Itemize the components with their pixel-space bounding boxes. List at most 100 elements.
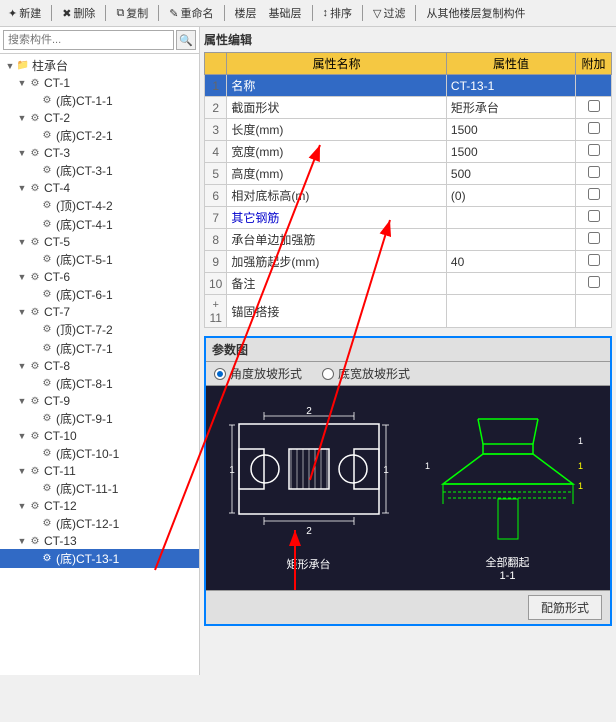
tree-node-ct2[interactable]: ▼ ⚙ CT-2 — [0, 110, 199, 126]
tree-node-ct3[interactable]: ▼ ⚙ CT-3 — [0, 145, 199, 161]
checkbox-3[interactable] — [588, 122, 600, 134]
ct12-expand-icon[interactable]: ▼ — [16, 500, 28, 512]
sort-button[interactable]: ↕ 排序 — [319, 4, 357, 22]
tree-node-ct1[interactable]: ▼ ⚙ CT-1 — [0, 75, 199, 91]
radio-angle-label: 角度放坡形式 — [230, 365, 302, 382]
ct10-expand-icon[interactable]: ▼ — [16, 430, 28, 442]
tree-node-ct9[interactable]: ▼ ⚙ CT-9 — [0, 393, 199, 409]
copy-button[interactable]: ⧉ 复制 — [112, 4, 152, 22]
prop-checkbox-7[interactable] — [576, 207, 612, 229]
ct2-expand-icon[interactable]: ▼ — [16, 112, 28, 124]
tree-node-ct9-1[interactable]: ⚙ (底)CT-9-1 — [0, 409, 199, 428]
search-input[interactable] — [3, 30, 174, 50]
checkbox-7[interactable] — [588, 210, 600, 222]
root-expand-icon[interactable]: ▼ — [4, 60, 16, 72]
right-diagram-label2: 1-1 — [500, 570, 516, 582]
checkbox-5[interactable] — [588, 166, 600, 178]
ct13-expand-icon[interactable]: ▼ — [16, 535, 28, 547]
tree-node-ct8[interactable]: ▼ ⚙ CT-8 — [0, 358, 199, 374]
properties-table: 属性名称 属性值 附加 1名称CT-13-12截面形状矩形承台3长度(mm)15… — [204, 52, 612, 328]
prop-checkbox-8[interactable] — [576, 229, 612, 251]
checkbox-4[interactable] — [588, 144, 600, 156]
ct4-1-label: (底)CT-4-1 — [54, 216, 113, 233]
tree-node-ct7-2[interactable]: ⚙ (顶)CT-7-2 — [0, 320, 199, 339]
layer-dropdown[interactable]: 楼层 — [231, 4, 261, 22]
root-label: 柱承台 — [30, 57, 68, 74]
ct9-expand-icon[interactable]: ▼ — [16, 395, 28, 407]
ct9-gear-icon: ⚙ — [28, 394, 42, 408]
prop-checkbox-6[interactable] — [576, 185, 612, 207]
radio-angle[interactable]: 角度放坡形式 — [214, 365, 302, 382]
search-button[interactable]: 🔍 — [176, 30, 196, 50]
prop-name-7: 其它钢筋 — [227, 207, 447, 229]
tree-node-ct6[interactable]: ▼ ⚙ CT-6 — [0, 269, 199, 285]
prop-checkbox-10[interactable] — [576, 273, 612, 295]
ct9-label: CT-9 — [42, 394, 70, 408]
prop-checkbox-4[interactable] — [576, 141, 612, 163]
tree-node-ct7[interactable]: ▼ ⚙ CT-7 — [0, 304, 199, 320]
prop-checkbox-9[interactable] — [576, 251, 612, 273]
ct13-1-label: (底)CT-13-1 — [54, 550, 119, 567]
prop-value-1[interactable]: CT-13-1 — [446, 75, 575, 97]
tree-node-ct1-1[interactable]: ⚙ (底)CT-1-1 — [0, 91, 199, 110]
tree-node-ct13-1[interactable]: ⚙ (底)CT-13-1 — [0, 549, 199, 568]
prop-checkbox-5[interactable] — [576, 163, 612, 185]
tree-node-ct6-1[interactable]: ⚙ (底)CT-6-1 — [0, 285, 199, 304]
ct4-1-gear-icon: ⚙ — [40, 218, 54, 232]
base-layer-button[interactable]: 基础层 — [265, 4, 306, 22]
ct4-expand-icon[interactable]: ▼ — [16, 182, 28, 194]
tree-node-ct10-1[interactable]: ⚙ (底)CT-10-1 — [0, 444, 199, 463]
separator — [362, 5, 363, 21]
tree-node-ct5-1[interactable]: ⚙ (底)CT-5-1 — [0, 250, 199, 269]
tree-node-ct12[interactable]: ▼ ⚙ CT-12 — [0, 498, 199, 514]
config-button[interactable]: 配筋形式 — [528, 595, 602, 620]
checkbox-9[interactable] — [588, 254, 600, 266]
radio-bottom-label: 底宽放坡形式 — [338, 365, 410, 382]
ct4-2-gear-icon: ⚙ — [40, 199, 54, 213]
rename-button[interactable]: ✎ 重命名 — [165, 4, 217, 22]
tree-node-ct5[interactable]: ▼ ⚙ CT-5 — [0, 234, 199, 250]
checkbox-6[interactable] — [588, 188, 600, 200]
prop-checkbox-2[interactable] — [576, 97, 612, 119]
tree-node-ct8-1[interactable]: ⚙ (底)CT-8-1 — [0, 374, 199, 393]
tree-area: ▼ 📁 柱承台 ▼ ⚙ CT-1 ⚙ (底)CT-1-1 ▼ ⚙ — [0, 54, 199, 675]
tree-node-ct11-1[interactable]: ⚙ (底)CT-11-1 — [0, 479, 199, 498]
sort-icon: ↕ — [323, 7, 329, 19]
separator — [51, 5, 52, 21]
ct9-1-label: (底)CT-9-1 — [54, 410, 113, 427]
prop-checkbox-3[interactable] — [576, 119, 612, 141]
tree-node-ct13[interactable]: ▼ ⚙ CT-13 — [0, 533, 199, 549]
checkbox-8[interactable] — [588, 232, 600, 244]
tree-node-ct2-1[interactable]: ⚙ (底)CT-2-1 — [0, 126, 199, 145]
tree-node-ct4-1[interactable]: ⚙ (底)CT-4-1 — [0, 215, 199, 234]
filter-button[interactable]: ▽ 过滤 — [369, 4, 409, 22]
ct8-expand-icon[interactable]: ▼ — [16, 360, 28, 372]
tree-root[interactable]: ▼ 📁 柱承台 — [0, 56, 199, 75]
ct3-expand-icon[interactable]: ▼ — [16, 147, 28, 159]
tree-node-ct11[interactable]: ▼ ⚙ CT-11 — [0, 463, 199, 479]
prop-row-num-8: 8 — [205, 229, 227, 251]
ct11-expand-icon[interactable]: ▼ — [16, 465, 28, 477]
prop-row-num-9: 9 — [205, 251, 227, 273]
ct5-expand-icon[interactable]: ▼ — [16, 236, 28, 248]
ct6-expand-icon[interactable]: ▼ — [16, 271, 28, 283]
tree-node-ct3-1[interactable]: ⚙ (底)CT-3-1 — [0, 161, 199, 180]
radio-bottom[interactable]: 底宽放坡形式 — [322, 365, 410, 382]
delete-button[interactable]: ✖ 删除 — [58, 4, 99, 22]
tree-node-ct4-2[interactable]: ⚙ (顶)CT-4-2 — [0, 196, 199, 215]
ct7-expand-icon[interactable]: ▼ — [16, 306, 28, 318]
tree-node-ct10[interactable]: ▼ ⚙ CT-10 — [0, 428, 199, 444]
tree-node-ct12-1[interactable]: ⚙ (底)CT-12-1 — [0, 514, 199, 533]
ct1-expand-icon[interactable]: ▼ — [16, 77, 28, 89]
prop-name-9: 加强筋起步(mm) — [227, 251, 447, 273]
import-button[interactable]: 从其他楼层复制构件 — [422, 4, 529, 22]
tree-node-ct4[interactable]: ▼ ⚙ CT-4 — [0, 180, 199, 196]
prop-checkbox-1[interactable] — [576, 75, 612, 97]
prop-checkbox-11[interactable] — [576, 295, 612, 328]
tree-node-ct7-1[interactable]: ⚙ (底)CT-7-1 — [0, 339, 199, 358]
new-button[interactable]: ✦ 新建 — [4, 4, 45, 22]
ct7-1-label: (底)CT-7-1 — [54, 340, 113, 357]
checkbox-10[interactable] — [588, 276, 600, 288]
checkbox-2[interactable] — [588, 100, 600, 112]
prop-row-num-7: 7 — [205, 207, 227, 229]
